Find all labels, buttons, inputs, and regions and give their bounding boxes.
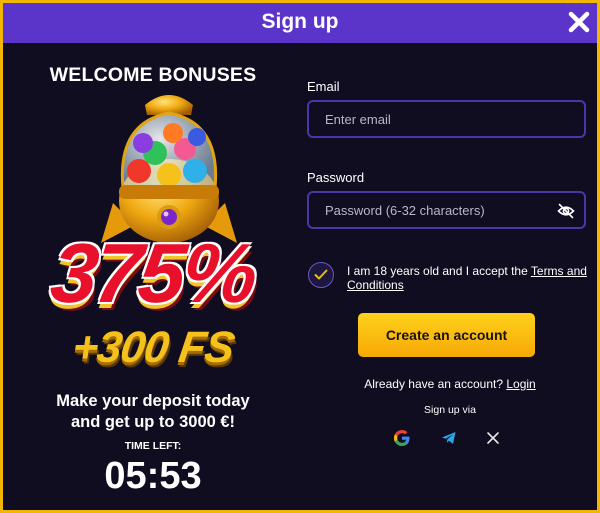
password-label: Password [307, 170, 365, 185]
login-prompt: Already have an account? Login [307, 377, 593, 391]
terms-statement: I am 18 years old and I accept the [347, 264, 531, 278]
countdown-timer: 05:53 [104, 455, 202, 497]
have-account-text: Already have an account? [364, 377, 507, 391]
free-spins-bonus: +300 FS [69, 323, 237, 372]
deposit-line-1: Make your deposit today [56, 392, 250, 410]
email-field-wrapper [307, 100, 586, 138]
checkmark-icon [314, 269, 328, 280]
google-icon[interactable] [393, 429, 411, 447]
deposit-line-2: and get up to 3000 €! [70, 413, 236, 431]
signup-modal: Sign up WELCOME BONUSES 375% +300 FS Mak… [3, 3, 597, 510]
time-left-label: TIME LEFT: [124, 440, 182, 452]
login-link[interactable]: Login [506, 377, 535, 391]
welcome-bonus-title: WELCOME BONUSES [49, 64, 257, 86]
create-account-button[interactable]: Create an account [358, 313, 535, 357]
modal-title: Sign up [261, 10, 339, 33]
email-label: Email [307, 79, 340, 94]
bonus-percent: 375% [46, 226, 260, 320]
eye-off-icon[interactable] [557, 202, 575, 220]
signup-via-label: Sign up via [424, 404, 476, 416]
password-input[interactable] [309, 193, 584, 227]
terms-text: I am 18 years old and I accept the Terms… [347, 264, 587, 292]
x-icon[interactable] [484, 429, 502, 447]
age-terms-checkbox[interactable] [308, 262, 334, 288]
email-input[interactable] [309, 102, 584, 136]
telegram-icon[interactable] [440, 429, 458, 447]
modal-header: Sign up [3, 3, 597, 43]
close-icon[interactable] [567, 10, 591, 34]
password-field-wrapper [307, 191, 586, 229]
gumball-rocket-icon [101, 95, 237, 243]
deposit-offer-text: Make your deposit today and get up to 30… [3, 391, 303, 433]
